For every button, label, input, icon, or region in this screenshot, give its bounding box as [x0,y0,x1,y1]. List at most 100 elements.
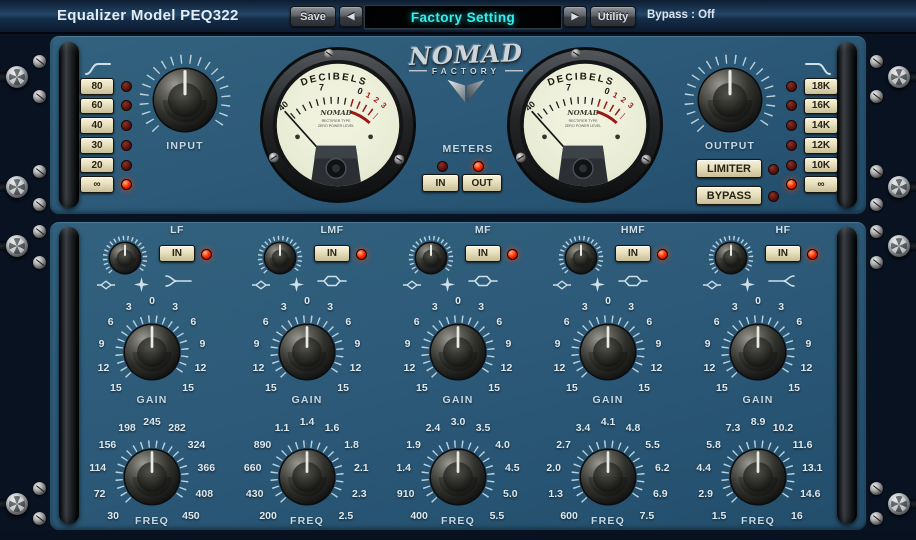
scale-tick-label: 12 [704,362,716,374]
band-label: HMF [615,224,651,236]
scale-tick-label: 6 [646,316,652,328]
filter-button-20[interactable]: 20 [80,157,114,174]
band-in-led [807,249,818,260]
gain-knob[interactable] [114,314,190,395]
eq-band-mf: MF IN 151296303691215 GAIN 4009101.41.92… [383,224,533,528]
freq-knob[interactable] [114,439,190,520]
scale-tick-label: 9 [505,338,511,350]
next-preset-button[interactable]: ▶ [563,6,587,27]
screw-icon [870,90,883,103]
band-in-button[interactable]: IN [159,245,195,262]
gain-label: GAIN [232,394,382,406]
scale-tick-label: 9 [405,338,411,350]
scale-tick-label: 12 [651,362,663,374]
filter-led [121,100,132,111]
band-shape-icon [618,273,648,289]
band-in-button[interactable]: IN [765,245,801,262]
gain-knob[interactable] [570,314,646,395]
meters-out-led [473,161,484,172]
prev-preset-button[interactable]: ◀ [339,6,363,27]
scale-tick-label: 9 [705,338,711,350]
screw-icon [870,512,883,525]
scale-tick-label: 1.9 [406,439,421,451]
freq-knob[interactable] [269,439,345,520]
brand-logo: NOMAD FACTORY [398,40,534,108]
svg-text:NOMAD: NOMAD [566,109,598,117]
screw-icon [870,165,883,178]
scale-tick-label: 6 [190,316,196,328]
scale-tick-label: 910 [397,488,415,500]
scale-tick-label: 6 [414,316,420,328]
filter-button-30[interactable]: 30 [80,137,114,154]
scale-tick-label: 3.5 [476,422,491,434]
filter-button-40[interactable]: 40 [80,117,114,134]
freq-knob[interactable] [420,439,496,520]
filter-button-16K[interactable]: 16K [804,98,838,115]
screw-icon [33,55,46,68]
svg-text:RECTIFIER TYPE: RECTIFIER TYPE [569,119,599,123]
freq-knob[interactable] [570,439,646,520]
scale-tick-label: 12 [253,362,265,374]
preset-display[interactable]: Factory Setting [364,5,562,29]
band-label: HF [765,224,801,236]
filter-button-12K[interactable]: 12K [804,137,838,154]
wide-q-icon [134,277,149,292]
scale-tick-label: 3.4 [576,422,591,434]
eq-band-lf: LF IN 151296303691215 GAIN 3072114156198… [77,224,227,528]
scale-tick-label: 0 [304,295,310,307]
meters-in-button[interactable]: IN [422,174,459,192]
filter-button-80[interactable]: 80 [80,78,114,95]
bypass-button[interactable]: BYPASS [696,186,762,205]
wide-q-icon [590,277,605,292]
scale-tick-label: 9 [805,338,811,350]
scale-tick-label: 12 [501,362,513,374]
scale-tick-label: 5.8 [706,439,721,451]
scale-tick-label: 3 [478,301,484,313]
screw-icon [33,90,46,103]
meters-out-button[interactable]: OUT [462,174,502,192]
screw-icon [888,493,910,515]
gain-label: GAIN [533,394,683,406]
screw-icon [33,198,46,211]
next-arrow-icon: ▶ [572,11,579,22]
scale-tick-label: 3 [628,301,634,313]
scale-tick-label: 3 [172,301,178,313]
freq-knob[interactable] [720,439,796,520]
scale-tick-label: 3 [281,301,287,313]
scale-tick-label: 1.6 [325,422,340,434]
filter-button-∞[interactable]: ∞ [804,176,838,193]
band-in-button[interactable]: IN [465,245,501,262]
filter-led [121,140,132,151]
band-in-button[interactable]: IN [314,245,350,262]
filter-button-60[interactable]: 60 [80,98,114,115]
wide-q-icon [740,277,755,292]
scale-tick-label: 366 [198,462,216,474]
scale-tick-label: 6 [345,316,351,328]
filter-button-18K[interactable]: 18K [804,78,838,95]
scale-tick-label: 2.1 [354,462,369,474]
screw-icon [870,198,883,211]
filter-led [121,179,132,190]
gain-knob[interactable] [720,314,796,395]
scale-tick-label: 4.1 [601,416,616,428]
scale-tick-label: 2.4 [426,422,441,434]
utility-button[interactable]: Utility [590,6,636,27]
save-button[interactable]: Save [290,6,336,27]
filter-led [121,160,132,171]
limiter-button[interactable]: LIMITER [696,159,762,178]
scale-tick-label: 6 [496,316,502,328]
band-in-led [507,249,518,260]
filter-button-14K[interactable]: 14K [804,117,838,134]
band-in-button[interactable]: IN [615,245,651,262]
wide-q-icon [289,277,304,292]
filter-button-∞[interactable]: ∞ [80,176,114,193]
filter-button-10K[interactable]: 10K [804,157,838,174]
gain-knob[interactable] [269,314,345,395]
filter-led [786,120,797,131]
scale-tick-label: 72 [94,488,106,500]
meters-label: METERS [413,143,523,155]
scale-tick-label: 6.2 [655,462,670,474]
gain-knob[interactable] [420,314,496,395]
plugin-title: Equalizer Model PEQ322 [57,7,239,24]
eq-band-lmf: LMF IN 151296303691215 GAIN 200430660890… [232,224,382,528]
